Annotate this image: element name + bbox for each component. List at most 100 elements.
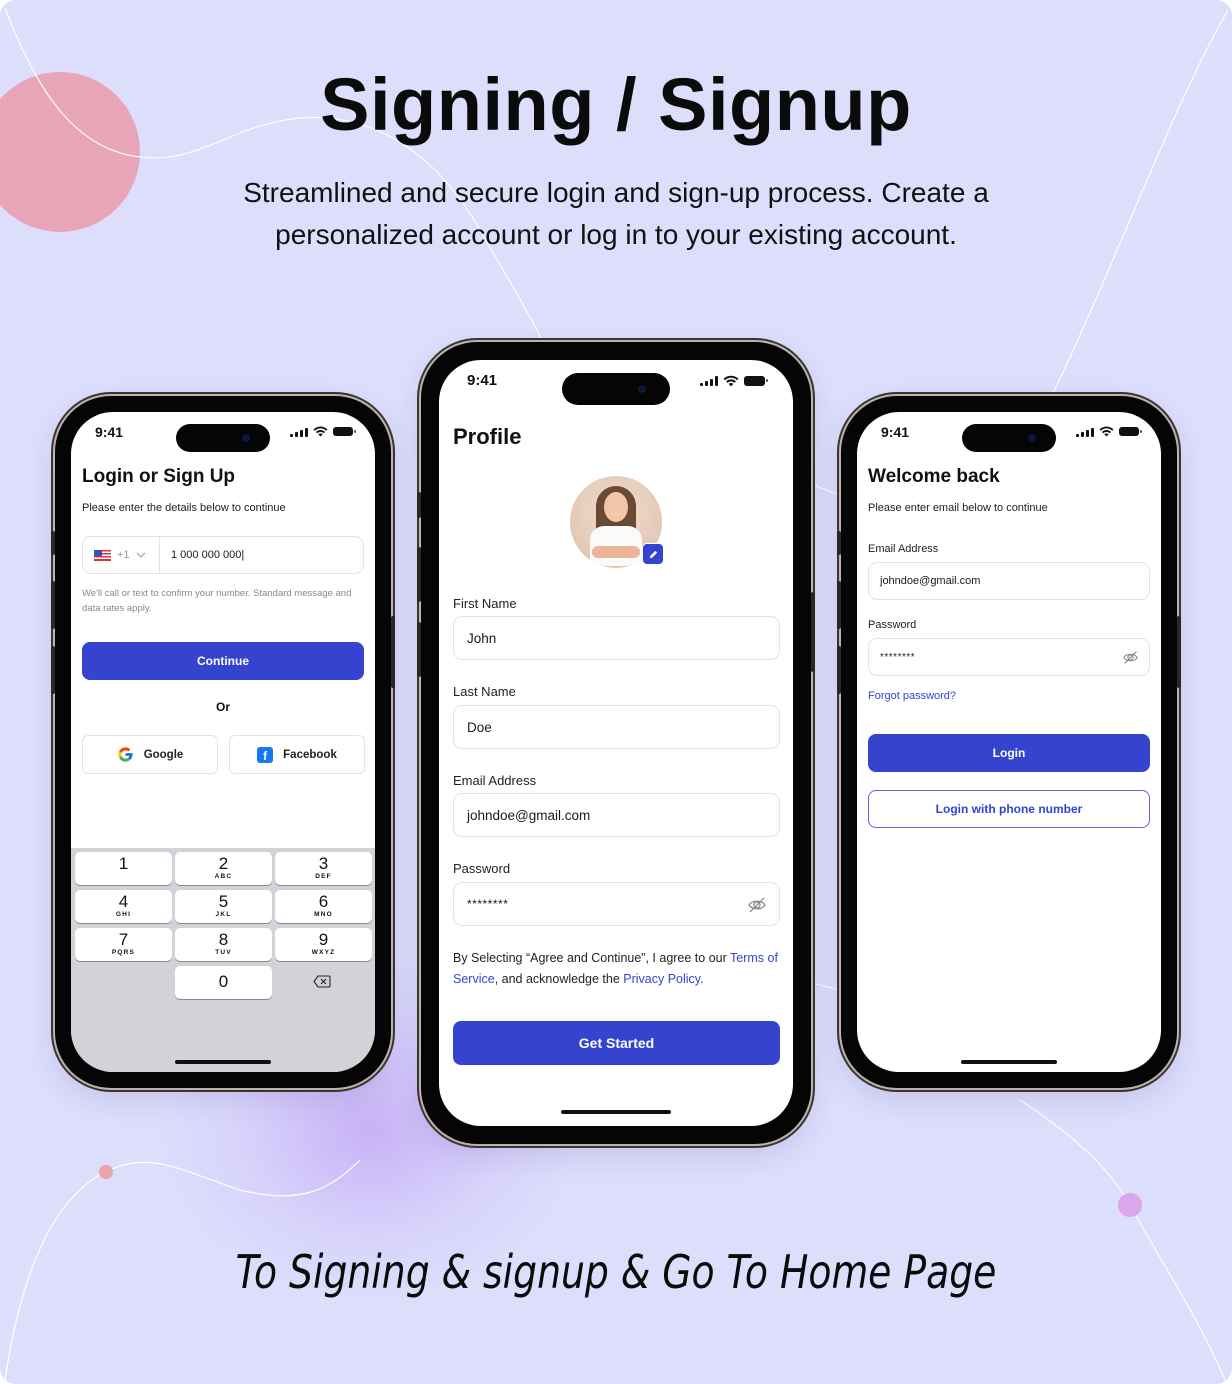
status-time: 9:41 bbox=[467, 372, 498, 389]
key-0[interactable]: 0 bbox=[175, 966, 272, 999]
google-label: Google bbox=[143, 748, 184, 761]
cellular-signal-icon bbox=[1076, 427, 1094, 437]
password-value: ******** bbox=[467, 897, 509, 911]
key-2[interactable]: 2 ABC bbox=[175, 852, 272, 885]
facebook-icon: f bbox=[257, 746, 274, 763]
key-6[interactable]: 6 MNO bbox=[275, 890, 372, 923]
phone-side-button bbox=[51, 531, 55, 555]
key-8[interactable]: 8 TUV bbox=[175, 928, 272, 961]
eye-off-icon[interactable] bbox=[747, 895, 767, 915]
status-bar: 9:41 bbox=[857, 412, 1161, 456]
key-5[interactable]: 5 JKL bbox=[175, 890, 272, 923]
country-code-selector[interactable]: +1 bbox=[83, 537, 160, 573]
email-value: johndoe@gmail.com bbox=[467, 807, 591, 823]
status-bar: 9:41 bbox=[71, 412, 375, 456]
screen-title: Profile bbox=[453, 424, 522, 449]
get-started-button[interactable]: Get Started bbox=[453, 1021, 780, 1065]
google-icon bbox=[118, 747, 133, 762]
dynamic-island bbox=[562, 373, 670, 405]
dynamic-island bbox=[962, 424, 1056, 452]
pencil-icon bbox=[649, 550, 657, 558]
phone-number-value: 1 000 000 000| bbox=[171, 549, 245, 561]
home-indicator bbox=[961, 1060, 1057, 1064]
wifi-icon bbox=[1099, 426, 1114, 437]
key-7[interactable]: 7 PQRS bbox=[75, 928, 172, 961]
first-name-value: John bbox=[467, 630, 497, 646]
continue-button[interactable]: Continue bbox=[82, 642, 364, 680]
key-3[interactable]: 3 DEF bbox=[275, 852, 372, 885]
battery-icon bbox=[333, 427, 356, 436]
wifi-icon bbox=[723, 375, 739, 387]
decorative-dot bbox=[1118, 1193, 1142, 1217]
us-flag-icon bbox=[94, 549, 111, 561]
chevron-down-icon bbox=[136, 552, 145, 558]
edit-avatar-button[interactable] bbox=[642, 543, 664, 565]
phone-login-signup: 9:41 Login or Sign Up Please enter the d… bbox=[51, 396, 395, 1088]
forgot-password-link[interactable]: Forgot password? bbox=[868, 690, 956, 702]
phone-side-button bbox=[417, 622, 421, 677]
login-button[interactable]: Login bbox=[868, 734, 1150, 772]
or-divider-label: Or bbox=[215, 700, 230, 714]
sms-disclaimer: We'll call or text to confirm your numbe… bbox=[82, 588, 352, 614]
phone-side-button bbox=[391, 616, 395, 688]
country-code: +1 bbox=[117, 549, 130, 561]
email-input[interactable]: johndoe@gmail.com bbox=[868, 562, 1150, 600]
battery-icon bbox=[744, 376, 768, 386]
status-time: 9:41 bbox=[881, 424, 910, 440]
phone-number-field[interactable]: +1 1 000 000 000| bbox=[82, 536, 364, 574]
privacy-policy-link[interactable]: Privacy Policy bbox=[623, 972, 700, 986]
email-value: johndoe@gmail.com bbox=[880, 575, 981, 587]
page-subtitle: Streamlined and secure login and sign-up… bbox=[243, 177, 989, 250]
email-label: Email Address bbox=[453, 773, 537, 788]
screen-title: Login or Sign Up bbox=[82, 466, 236, 487]
facebook-login-button[interactable]: f Facebook bbox=[229, 735, 365, 774]
google-login-button[interactable]: Google bbox=[82, 735, 218, 774]
phone-side-button bbox=[417, 492, 421, 518]
wifi-icon bbox=[313, 426, 328, 437]
phone-side-button bbox=[811, 592, 815, 672]
password-value: ******** bbox=[880, 651, 916, 663]
last-name-input[interactable]: Doe bbox=[453, 705, 780, 749]
phone-side-button bbox=[417, 547, 421, 602]
key-4[interactable]: 4 GHI bbox=[75, 890, 172, 923]
cellular-signal-icon bbox=[290, 427, 308, 437]
email-label: Email Address bbox=[868, 543, 939, 555]
phone-side-button bbox=[51, 581, 55, 629]
password-input[interactable]: ******** bbox=[868, 638, 1150, 676]
battery-icon bbox=[1119, 427, 1142, 436]
phone-side-button bbox=[51, 646, 55, 694]
backspace-key[interactable] bbox=[313, 975, 331, 993]
key-1[interactable]: 1 bbox=[75, 852, 172, 885]
phone-welcome-back: 9:41 Welcome back Please enter email bel… bbox=[837, 396, 1181, 1088]
phone-profile: 9:41 Profile First Name John Last Name D… bbox=[417, 342, 815, 1144]
numeric-keypad: 1 2 ABC 3 DEF 4 GHI 5 JKL 6 MNO 7 PQRS 8 TUV 9W… bbox=[71, 848, 375, 1072]
last-name-value: Doe bbox=[467, 719, 492, 735]
screen: 9:41 Login or Sign Up Please enter the d… bbox=[71, 412, 375, 1072]
screen-subtitle: Please enter the details below to contin… bbox=[82, 502, 286, 514]
phone-side-button bbox=[1177, 616, 1181, 688]
screen: 9:41 Profile First Name John Last Name D… bbox=[439, 360, 793, 1126]
home-indicator bbox=[175, 1060, 271, 1064]
phone-side-button bbox=[837, 581, 841, 629]
page-title: Signing / Signup bbox=[320, 63, 912, 146]
cellular-signal-icon bbox=[700, 376, 718, 386]
first-name-input[interactable]: John bbox=[453, 616, 780, 660]
screen: 9:41 Welcome back Please enter email bel… bbox=[857, 412, 1161, 1072]
login-with-phone-button[interactable]: Login with phone number bbox=[868, 790, 1150, 828]
screen-title: Welcome back bbox=[868, 466, 1000, 487]
password-input[interactable]: ******** bbox=[453, 882, 780, 926]
screen-subtitle: Please enter email below to continue bbox=[868, 502, 1048, 514]
dynamic-island bbox=[176, 424, 270, 452]
eye-off-icon[interactable] bbox=[1122, 649, 1139, 666]
facebook-label: Facebook bbox=[283, 748, 337, 761]
decorative-dot bbox=[99, 1165, 113, 1179]
first-name-label: First Name bbox=[453, 596, 517, 611]
email-input[interactable]: johndoe@gmail.com bbox=[453, 793, 780, 837]
phone-side-button bbox=[837, 646, 841, 694]
key-9[interactable]: 9 WXYZ bbox=[275, 928, 372, 961]
backspace-icon bbox=[313, 975, 331, 988]
last-name-label: Last Name bbox=[453, 684, 516, 699]
status-time: 9:41 bbox=[95, 424, 124, 440]
home-indicator bbox=[561, 1110, 671, 1114]
footer-caption: To Signing & signup & Go To Home Page bbox=[235, 1245, 997, 1299]
